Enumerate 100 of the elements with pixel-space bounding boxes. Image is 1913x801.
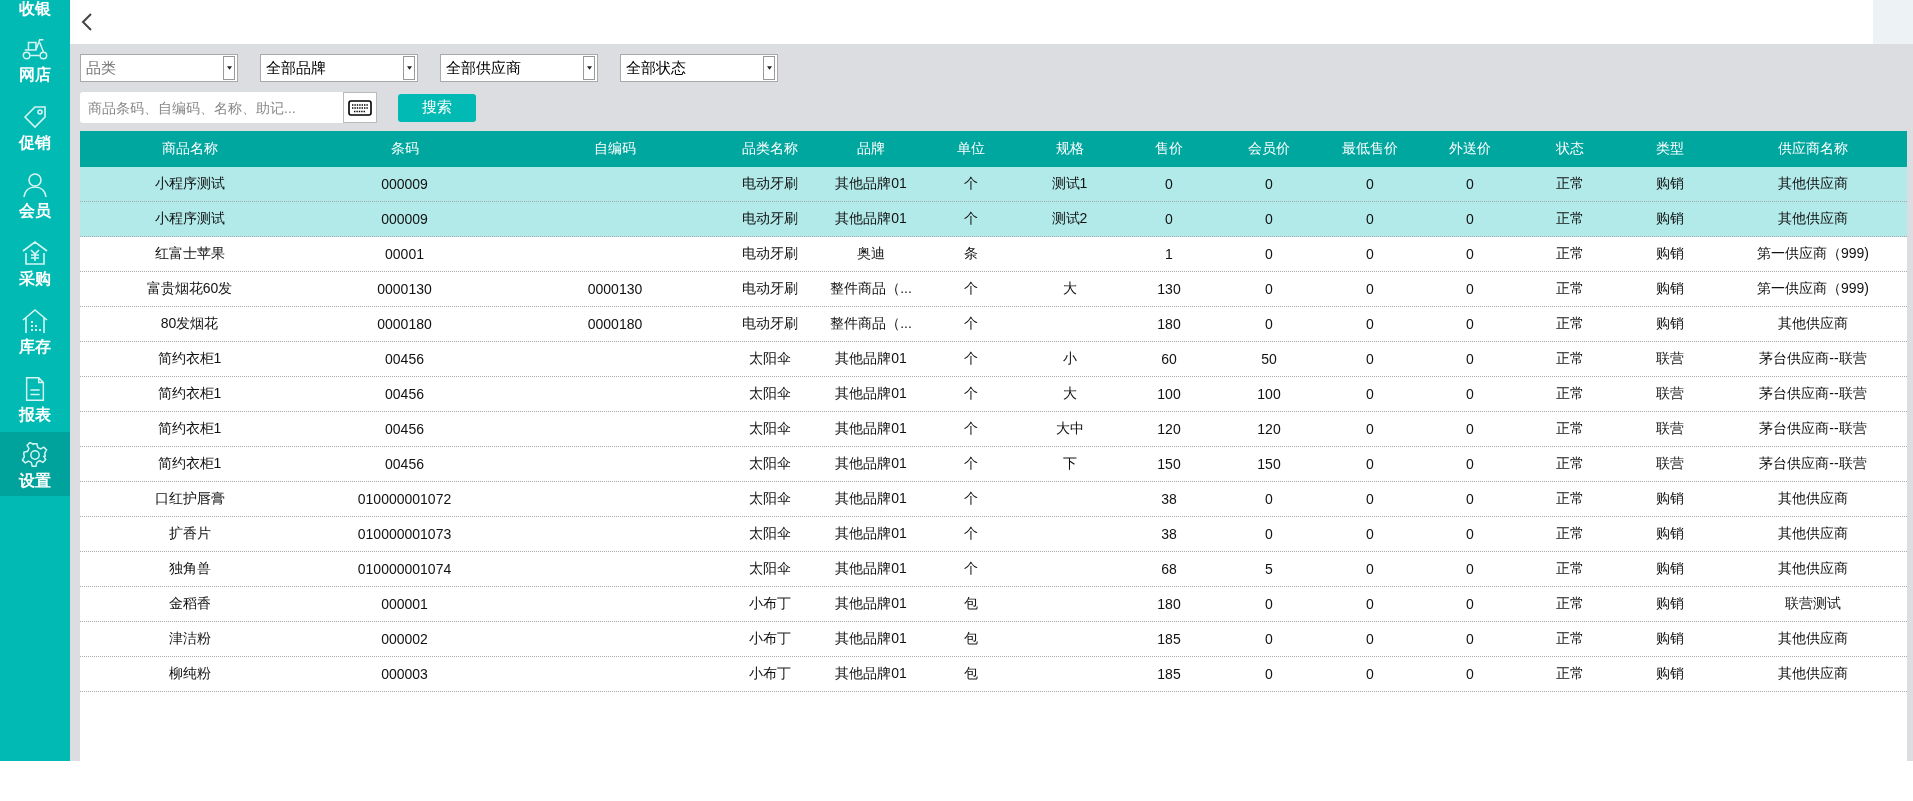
table-row[interactable]: 小程序测试 000009 电动牙刷 其他品牌01 个 测试2 0 0 0 0 正常 购销 其他供应商 [80, 202, 1907, 237]
back-icon[interactable] [81, 12, 93, 32]
table-cell: 测试2 [1051, 210, 1088, 228]
table-cell: 正常 [1556, 350, 1584, 368]
table-cell: 其他供应商 [1778, 490, 1848, 508]
table-cell: 奥迪 [857, 245, 885, 263]
dropdown[interactable]: 全部状态 [620, 54, 778, 82]
table-cell: 0 [1466, 316, 1474, 332]
table-cell: 000001 [381, 596, 428, 612]
table-cell: 0 [1265, 211, 1273, 227]
table-cell: 0 [1265, 596, 1273, 612]
table-cell: 50 [1261, 351, 1277, 367]
table-cell: 0 [1466, 666, 1474, 682]
table-cell: 太阳伞 [749, 525, 791, 543]
table-cell: 其他品牌01 [835, 210, 907, 228]
user-icon [21, 172, 49, 198]
table-cell: 其他品牌01 [835, 560, 907, 578]
table-cell: 电动牙刷 [742, 315, 798, 333]
column-header: 售价 [1154, 139, 1184, 158]
table-cell: 000009 [381, 176, 428, 192]
table-cell: 0 [1366, 491, 1374, 507]
keyboard-button[interactable] [343, 92, 377, 123]
table-cell: 正常 [1556, 525, 1584, 543]
table-cell: 0 [1466, 561, 1474, 577]
table-cell: 津洁粉 [168, 630, 211, 648]
table-cell: 0 [1265, 526, 1273, 542]
table-cell: 0 [1466, 211, 1474, 227]
table-cell: 太阳伞 [749, 560, 791, 578]
table-cell: 正常 [1556, 385, 1584, 403]
corner-panel [1873, 0, 1913, 44]
table-cell: 010000001073 [357, 526, 452, 542]
table-cell: 0000180 [587, 316, 643, 332]
column-header: 单位 [955, 139, 986, 158]
dropdown[interactable]: 全部品牌 [260, 54, 418, 82]
table-cell: 0 [1366, 596, 1374, 612]
table-cell: 0 [1165, 211, 1173, 227]
table-cell: 独角兽 [168, 560, 211, 578]
table-cell: 60 [1161, 351, 1177, 367]
table-cell: 大 [1062, 385, 1077, 403]
table-cell: 金稻香 [168, 595, 211, 613]
dropdown[interactable]: 品类 [80, 54, 238, 82]
table-cell: 0 [1366, 246, 1374, 262]
table-cell: 000002 [381, 631, 428, 647]
table-cell: 其他品牌01 [835, 455, 907, 473]
table-cell: 电动牙刷 [742, 280, 798, 298]
column-header: 类型 [1654, 139, 1685, 158]
table-cell: 购销 [1655, 315, 1684, 333]
search-field[interactable]: 商品条码、自编码、名称、助记... [80, 92, 344, 123]
table-cell: 185 [1157, 631, 1181, 647]
table-cell: 0 [1466, 351, 1474, 367]
table-cell: 购销 [1655, 560, 1684, 578]
column-header: 自编码 [593, 139, 637, 158]
table-cell: 00456 [385, 456, 424, 472]
table-cell: 个 [963, 385, 978, 403]
table-cell: 正常 [1556, 315, 1584, 333]
table-cell: 茅台供应商--联营 [1759, 420, 1867, 438]
table-cell: 包 [963, 665, 978, 683]
table-cell: 大中 [1055, 420, 1084, 438]
table-cell: 正常 [1556, 560, 1584, 578]
table-row[interactable]: 小程序测试 000009 电动牙刷 其他品牌01 个 测试1 0 0 0 0 正常 购销 其他供应商 [80, 167, 1907, 202]
table-cell: 购销 [1655, 630, 1684, 648]
table-cell: 正常 [1556, 420, 1584, 438]
table-cell: 正常 [1556, 280, 1584, 298]
table-cell: 包 [963, 630, 978, 648]
table-cell: 0 [1366, 631, 1374, 647]
warehouse-icon [21, 308, 49, 334]
table-cell: 扩香片 [168, 525, 211, 543]
table-cell: 其他供应商 [1778, 525, 1848, 543]
table-cell: 0 [1265, 316, 1273, 332]
table-cell: 其他品牌01 [835, 385, 907, 403]
dropdown[interactable]: 全部供应商 [440, 54, 598, 82]
table-cell: 个 [963, 210, 978, 228]
table-cell: 个 [963, 350, 978, 368]
sidebar-label: 采购 [19, 270, 51, 288]
table-cell: 电动牙刷 [742, 245, 798, 263]
caret-icon [226, 66, 232, 70]
table-cell: 正常 [1556, 455, 1584, 473]
table-cell: 0 [1466, 526, 1474, 542]
table-cell: 150 [1157, 456, 1181, 472]
table-cell: 购销 [1655, 525, 1684, 543]
caret-icon [406, 66, 412, 70]
table-cell: 其他供应商 [1778, 560, 1848, 578]
table-cell: 0 [1265, 666, 1273, 682]
table-cell: 0 [1366, 386, 1374, 402]
table-cell: 简约衣柜1 [157, 455, 222, 473]
table-cell: 5 [1265, 561, 1273, 577]
table-cell: 00456 [385, 351, 424, 367]
table-cell: 第一供应商（999) [1757, 245, 1869, 263]
table-cell: 0 [1366, 351, 1374, 367]
table-cell: 茅台供应商--联营 [1759, 350, 1867, 368]
table-cell: 个 [963, 420, 978, 438]
table-cell: 联营 [1655, 420, 1684, 438]
table-cell: 其他品牌01 [835, 665, 907, 683]
table-cell: 联营 [1655, 385, 1684, 403]
sidebar-label: 收银 [19, 0, 51, 18]
table-cell: 正常 [1556, 490, 1584, 508]
table-cell: 0 [1366, 456, 1374, 472]
table-cell: 00456 [385, 386, 424, 402]
settings-icon [21, 442, 49, 468]
table-cell: 150 [1257, 456, 1281, 472]
